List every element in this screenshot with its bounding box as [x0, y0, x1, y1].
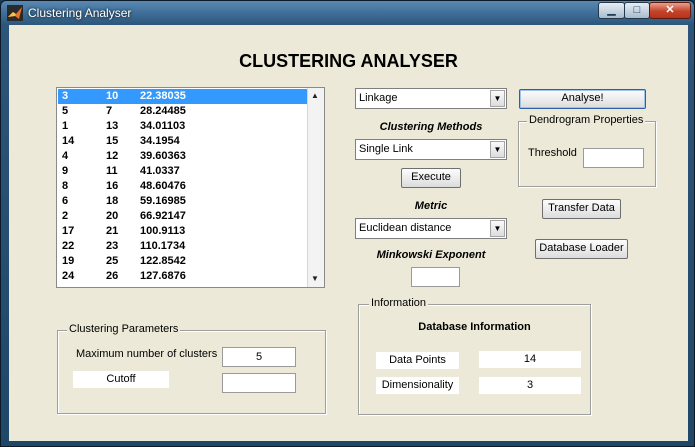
max-clusters-label: Maximum number of clusters [76, 348, 218, 360]
chevron-down-icon[interactable]: ▼ [490, 141, 505, 158]
list-item-cluster-b: 18 [106, 195, 119, 207]
list-item-cluster-a: 3 [62, 90, 69, 102]
dimensionality-value: 3 [479, 377, 581, 394]
scroll-up-icon[interactable]: ▲ [311, 91, 319, 100]
list-item-cluster-a: 14 [62, 135, 75, 147]
list-item-distance: 48.60476 [140, 180, 186, 192]
metric-label: Metric [414, 200, 448, 212]
list-item-cluster-a: 8 [62, 180, 69, 192]
max-clusters-input[interactable]: 5 [222, 347, 296, 367]
list-item-cluster-b: 26 [106, 270, 119, 282]
cutoff-label: Cutoff [73, 371, 169, 388]
list-item[interactable]: 2 20 66.92147 [58, 209, 307, 224]
list-item-distance: 122.8542 [140, 255, 186, 267]
list-item-cluster-b: 21 [106, 225, 119, 237]
list-item-distance: 22.38035 [140, 90, 186, 102]
list-item[interactable]: 19 25 122.8542 [58, 254, 307, 269]
list-item-cluster-b: 12 [106, 150, 119, 162]
minkowski-exponent-input[interactable] [411, 267, 460, 287]
list-scrollbar[interactable]: ▲ ▼ [307, 88, 324, 287]
list-item-cluster-b: 20 [106, 210, 119, 222]
list-item-cluster-a: 4 [62, 150, 69, 162]
list-item-cluster-b: 25 [106, 255, 119, 267]
linkage-results-list[interactable]: 3 10 22.38035 5 7 28.24485 1 13 34.01103 14 15 34.1… [56, 87, 325, 288]
metric-dropdown[interactable]: Euclidean distance ▼ [355, 218, 507, 239]
client-area: CLUSTERING ANALYSER 3 10 22.38035 5 7 28.2448… [9, 25, 688, 441]
close-button[interactable]: ✕ [649, 2, 691, 19]
list-item[interactable]: 3 10 22.38035 [58, 89, 307, 104]
cutoff-input[interactable] [222, 373, 296, 393]
clustering-method-value: Single Link [359, 143, 413, 155]
list-item-cluster-b: 23 [106, 240, 119, 252]
list-item-cluster-a: 9 [62, 165, 69, 177]
list-item-cluster-b: 13 [106, 120, 119, 132]
list-item-distance: 59.16985 [140, 195, 186, 207]
list-item-distance: 39.60363 [140, 150, 186, 162]
transfer-data-button[interactable]: Transfer Data [542, 199, 621, 219]
list-item-cluster-b: 10 [106, 90, 119, 102]
threshold-input[interactable] [583, 148, 644, 168]
list-item-distance: 28.24485 [140, 105, 186, 117]
list-item[interactable]: 1 13 34.01103 [58, 119, 307, 134]
minkowski-exponent-label: Minkowski Exponent [376, 249, 486, 261]
matlab-logo-icon [7, 5, 23, 21]
list-item-distance: 41.0337 [140, 165, 180, 177]
list-item-cluster-a: 1 [62, 120, 69, 132]
database-information-heading: Database Information [418, 321, 531, 333]
list-item-cluster-a: 6 [62, 195, 69, 207]
list-item[interactable]: 4 12 39.60363 [58, 149, 307, 164]
analyse-button[interactable]: Analyse! [519, 89, 646, 109]
data-points-label: Data Points [376, 352, 459, 369]
list-item-cluster-a: 2 [62, 210, 69, 222]
application-window: Clustering Analyser ▁ □ ✕ CLUSTERING ANA… [0, 0, 695, 447]
clustering-methods-label: Clustering Methods [379, 121, 483, 133]
list-item-cluster-a: 5 [62, 105, 69, 117]
list-item[interactable]: 22 23 110.1734 [58, 239, 307, 254]
list-item[interactable]: 17 21 100.9113 [58, 224, 307, 239]
list-item-distance: 34.01103 [140, 120, 186, 132]
list-item[interactable]: 8 16 48.60476 [58, 179, 307, 194]
list-item[interactable]: 5 7 28.24485 [58, 104, 307, 119]
list-item-cluster-a: 24 [62, 270, 75, 282]
window-title: Clustering Analyser [28, 6, 132, 20]
list-item[interactable]: 24 26 127.6876 [58, 269, 307, 284]
maximize-button[interactable]: □ [624, 2, 650, 19]
data-points-value: 14 [479, 351, 581, 368]
list-item-distance: 100.9113 [140, 225, 186, 237]
list-item-cluster-a: 17 [62, 225, 75, 237]
list-item[interactable]: 14 15 34.1954 [58, 134, 307, 149]
chevron-down-icon[interactable]: ▼ [490, 90, 505, 107]
clustering-method-dropdown[interactable]: Single Link ▼ [355, 139, 507, 160]
method-type-dropdown[interactable]: Linkage ▼ [355, 88, 507, 109]
list-item-cluster-a: 19 [62, 255, 75, 267]
metric-value: Euclidean distance [359, 222, 452, 234]
information-title: Information [369, 297, 429, 309]
list-item-cluster-b: 15 [106, 135, 119, 147]
list-item[interactable]: 6 18 59.16985 [58, 194, 307, 209]
execute-button[interactable]: Execute [401, 168, 461, 188]
list-item[interactable]: 9 11 41.0337 [58, 164, 307, 179]
list-item-cluster-b: 7 [106, 105, 113, 117]
list-item-cluster-b: 11 [106, 165, 118, 177]
list-item-cluster-a: 22 [62, 240, 75, 252]
page-title: CLUSTERING ANALYSER [239, 51, 458, 71]
title-bar[interactable]: Clustering Analyser ▁ □ ✕ [1, 1, 694, 25]
list-item-distance: 110.1734 [140, 240, 186, 252]
list-item-distance: 127.6876 [140, 270, 186, 282]
threshold-label: Threshold [528, 147, 577, 159]
scroll-down-icon[interactable]: ▼ [311, 274, 319, 283]
method-type-value: Linkage [359, 92, 398, 104]
chevron-down-icon[interactable]: ▼ [490, 220, 505, 237]
database-loader-button[interactable]: Database Loader [535, 239, 628, 259]
list-item-cluster-b: 16 [106, 180, 119, 192]
clustering-parameters-title: Clustering Parameters [67, 323, 181, 335]
dendrogram-properties-title: Dendrogram Properties [527, 114, 646, 126]
list-item-distance: 66.92147 [140, 210, 186, 222]
minimize-button[interactable]: ▁ [598, 2, 625, 19]
dimensionality-label: Dimensionality [376, 377, 459, 394]
list-item-distance: 34.1954 [140, 135, 180, 147]
